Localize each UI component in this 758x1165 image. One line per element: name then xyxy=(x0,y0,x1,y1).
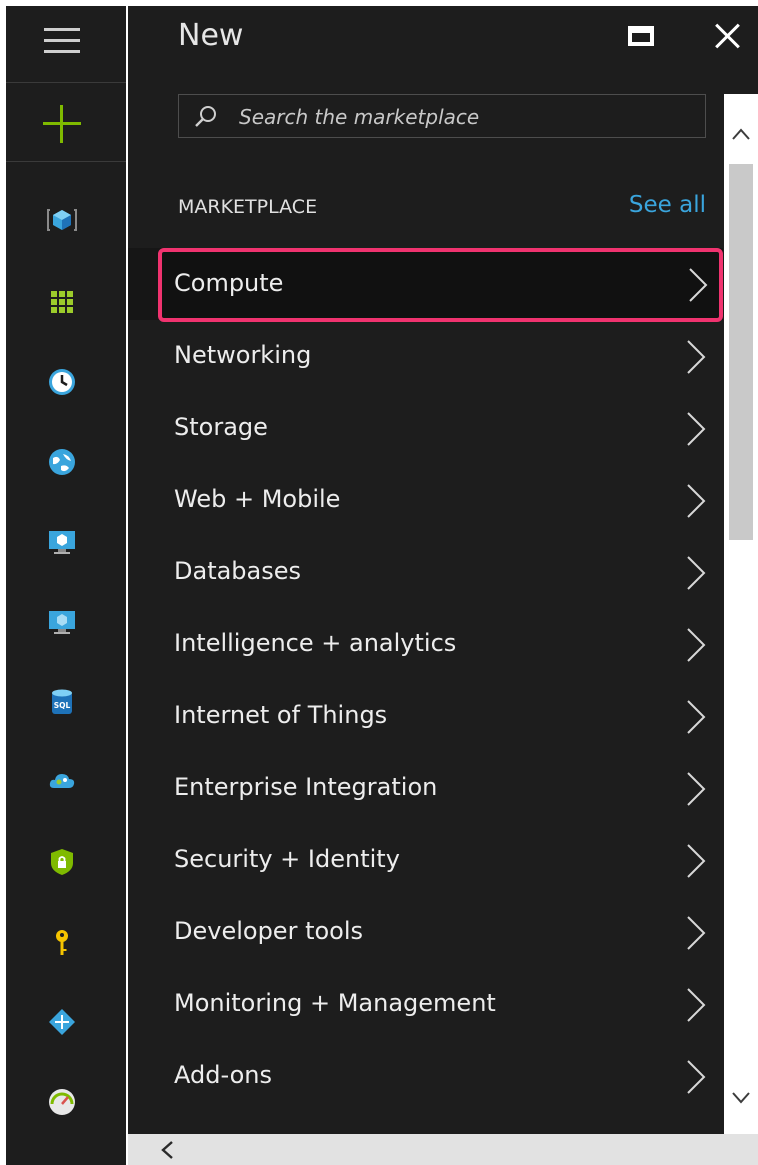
horizontal-scrollbar[interactable] xyxy=(128,1134,758,1165)
scroll-left-arrow-icon[interactable] xyxy=(156,1138,180,1162)
chevron-right-icon xyxy=(687,340,706,374)
marketplace-search-box[interactable] xyxy=(178,94,706,138)
search-input[interactable] xyxy=(237,101,691,133)
chevron-right-icon xyxy=(687,988,706,1022)
resource-groups-cube-icon[interactable] xyxy=(46,204,78,236)
cloud-services-icon[interactable] xyxy=(46,766,78,798)
category-label: Internet of Things xyxy=(174,701,388,729)
category-label: Security + Identity xyxy=(174,845,400,873)
chevron-right-icon xyxy=(687,772,706,806)
chevron-right-icon xyxy=(687,484,706,518)
chevron-right-icon xyxy=(689,268,708,302)
category-item[interactable]: Intelligence + analytics xyxy=(158,609,723,681)
category-item[interactable]: Web + Mobile xyxy=(158,465,723,537)
scroll-up-arrow-icon[interactable] xyxy=(728,122,754,148)
category-label: Web + Mobile xyxy=(174,485,341,513)
category-item[interactable]: Networking xyxy=(158,321,723,393)
chevron-right-icon xyxy=(687,412,706,446)
marketplace-heading: MARKETPLACE xyxy=(178,196,318,218)
marketplace-category-list: Compute Networking Storage Web + Mobile Data… xyxy=(158,248,723,1113)
category-label: Developer tools xyxy=(174,917,364,945)
create-resource-button[interactable] xyxy=(6,83,126,162)
category-item[interactable]: Enterprise Integration xyxy=(158,753,723,825)
close-icon[interactable] xyxy=(714,22,742,50)
category-item[interactable]: Monitoring + Management xyxy=(158,969,723,1041)
svg-text:SQL: SQL xyxy=(54,701,71,710)
category-item[interactable]: Compute xyxy=(158,248,723,322)
left-rail: SQL xyxy=(6,6,126,1165)
search-icon xyxy=(195,106,216,127)
virtual-machines-classic-icon[interactable] xyxy=(46,526,78,558)
category-label: Intelligence + analytics xyxy=(174,629,457,657)
category-label: Add-ons xyxy=(174,1061,272,1089)
category-item[interactable]: Developer tools xyxy=(158,897,723,969)
category-item[interactable]: Security + Identity xyxy=(158,825,723,897)
app-services-globe-icon[interactable] xyxy=(46,446,78,478)
hamburger-menu-button[interactable] xyxy=(6,6,126,83)
sql-databases-icon[interactable]: SQL xyxy=(46,686,78,718)
category-label: Monitoring + Management xyxy=(174,989,496,1017)
chevron-right-icon xyxy=(687,556,706,590)
category-label: Compute xyxy=(174,269,284,297)
chevron-right-icon xyxy=(687,916,706,950)
see-all-link[interactable]: See all xyxy=(629,192,706,218)
chevron-right-icon xyxy=(687,700,706,734)
category-label: Storage xyxy=(174,413,268,441)
virtual-machines-icon[interactable] xyxy=(46,606,78,638)
create-plus-icon xyxy=(43,105,81,143)
chevron-right-icon xyxy=(687,628,706,662)
all-resources-grid-icon[interactable] xyxy=(46,286,78,318)
blade-title: New xyxy=(178,18,244,53)
category-item[interactable]: Add-ons xyxy=(158,1041,723,1113)
recent-clock-icon[interactable] xyxy=(46,366,78,398)
vertical-scrollbar[interactable] xyxy=(724,94,758,1137)
monitor-gauge-icon[interactable] xyxy=(46,1086,78,1118)
category-label: Networking xyxy=(174,341,312,369)
hamburger-menu-icon xyxy=(44,28,80,56)
chevron-right-icon xyxy=(687,1060,706,1094)
security-center-shield-icon[interactable] xyxy=(46,846,78,878)
category-label: Databases xyxy=(174,557,302,585)
chevron-right-icon xyxy=(687,844,706,878)
new-blade: New MARKETPLACE See all Compute Networkin… xyxy=(128,6,758,1165)
scrollbar-thumb[interactable] xyxy=(729,164,753,540)
scroll-down-arrow-icon[interactable] xyxy=(728,1084,754,1110)
category-item[interactable]: Storage xyxy=(158,393,723,465)
category-item[interactable]: Internet of Things xyxy=(158,681,723,753)
service-fabric-diamond-icon[interactable] xyxy=(46,1006,78,1038)
category-item[interactable]: Databases xyxy=(158,537,723,609)
maximize-icon[interactable] xyxy=(628,26,654,46)
category-label: Enterprise Integration xyxy=(174,773,438,801)
key-vault-key-icon[interactable] xyxy=(46,926,78,958)
